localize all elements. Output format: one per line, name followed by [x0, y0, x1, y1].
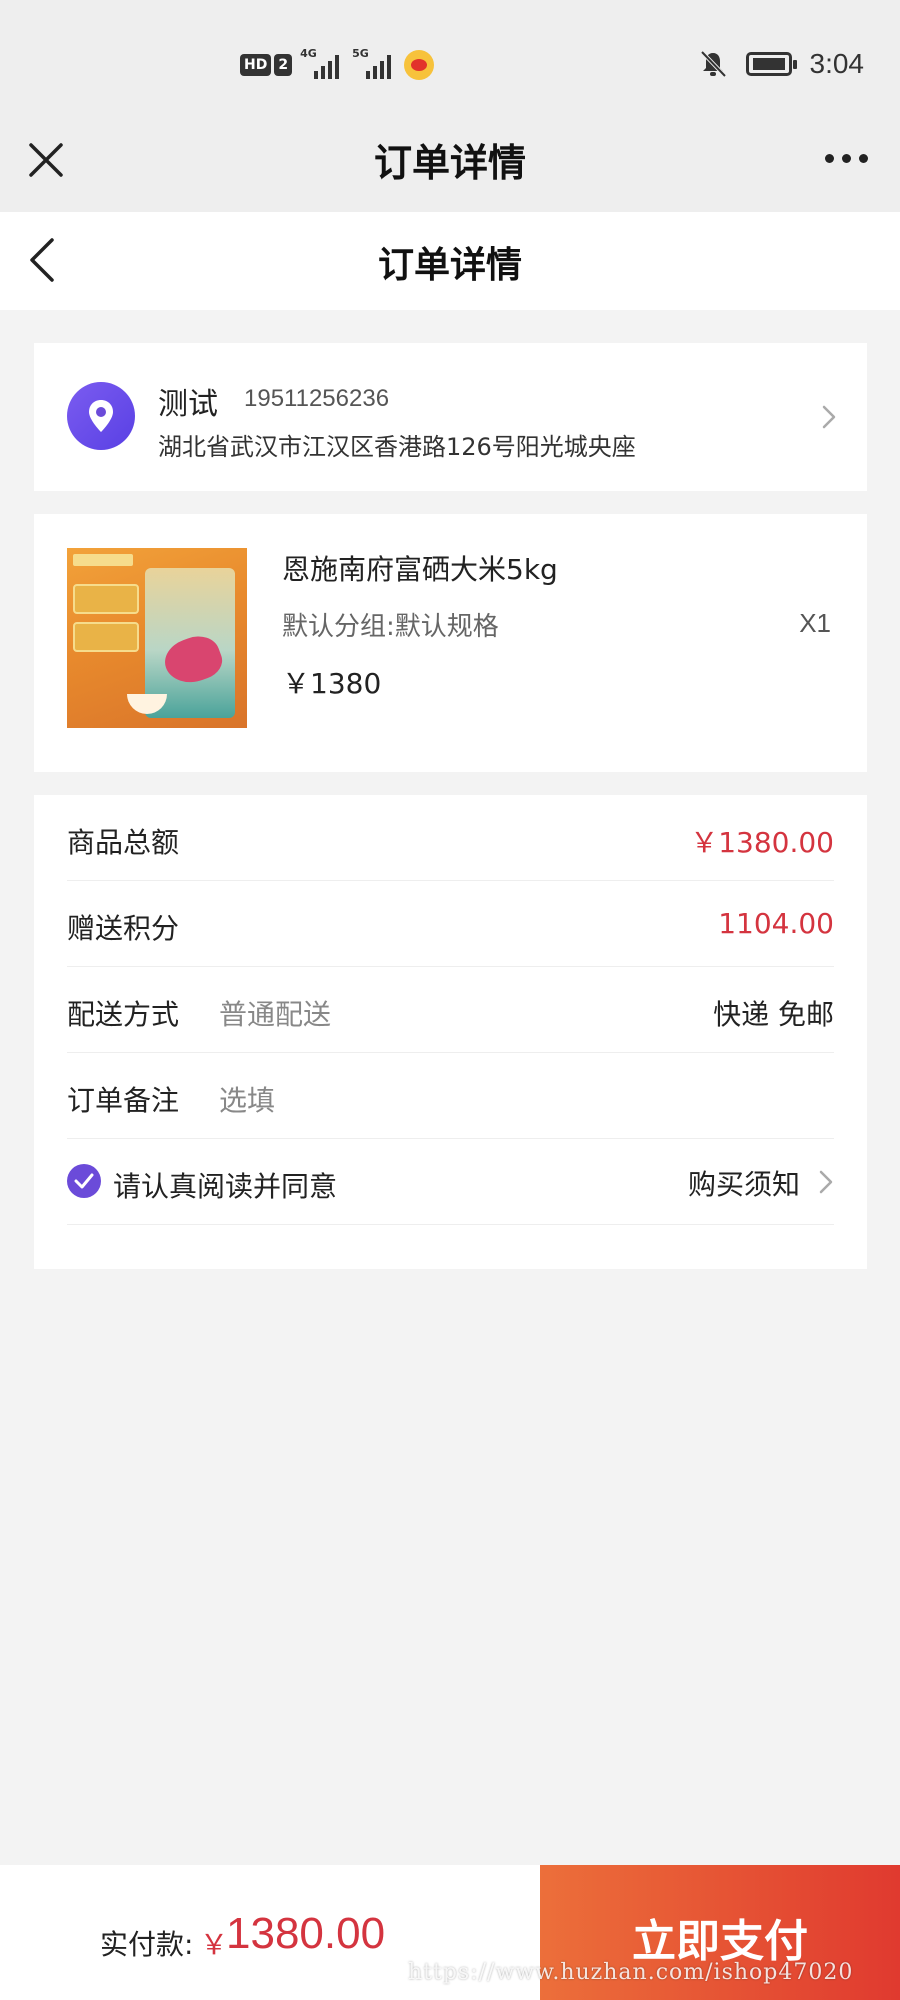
- product-spec: 默认分组:默认规格: [282, 612, 499, 642]
- checkbox-checked-icon[interactable]: [67, 1164, 101, 1198]
- weibo-icon: [404, 50, 435, 80]
- chevron-right-icon: [819, 1170, 833, 1194]
- points-label: 赠送积分: [67, 912, 180, 945]
- order-summary-card: 商品总额 ￥1380.00 赠送积分 1104.00 配送方式 普通配送 快递 …: [34, 795, 867, 1269]
- app-title: 订单详情: [373, 141, 526, 185]
- recipient-phone: 19511256236: [244, 385, 390, 412]
- purchase-notice-link[interactable]: 购买须知: [688, 1163, 800, 1203]
- remark-label: 订单备注: [67, 1084, 180, 1117]
- recipient-address: 湖北省武汉市江汉区香港路126号阳光城央座: [158, 433, 636, 461]
- hd-label: HD: [240, 54, 272, 76]
- hd-number: 2: [274, 54, 293, 76]
- agreement-text: 请认真阅读并同意: [113, 1170, 338, 1203]
- signal-sim1-icon: 4G: [300, 47, 344, 79]
- delivery-label: 配送方式: [67, 998, 180, 1031]
- pay-amount: 1380.00: [226, 1909, 386, 1958]
- app-header: 订单详情: [0, 108, 900, 212]
- address-card[interactable]: 测试 19511256236 湖北省武汉市江汉区香港路126号阳光城央座: [34, 343, 867, 491]
- product-quantity: X1: [799, 608, 831, 638]
- product-name: 恩施南府富硒大米5kg: [282, 553, 558, 586]
- page-header: 订单详情: [0, 212, 900, 310]
- agreement-row: 请认真阅读并同意 购买须知: [67, 1139, 834, 1225]
- location-pin-icon: [67, 382, 135, 450]
- status-left: HD 2 4G 5G: [240, 47, 435, 80]
- status-bar: HD 2 4G 5G 3:04: [0, 0, 900, 108]
- pay-label: 实付款:: [100, 1928, 194, 1961]
- watermark: https://www.huzhan.com/ishop47020: [408, 1960, 854, 1985]
- product-image: [67, 548, 247, 728]
- more-icon[interactable]: [825, 154, 868, 163]
- goods-total-row: 商品总额 ￥1380.00: [67, 795, 834, 881]
- product-card: 恩施南府富硒大米5kg 默认分组:默认规格 X1 ￥1380: [34, 514, 867, 772]
- remark-row: 订单备注 选填: [67, 1053, 834, 1139]
- currency-symbol: ￥: [200, 1928, 229, 1961]
- points-row: 赠送积分 1104.00: [67, 881, 834, 967]
- goods-total-label: 商品总额: [67, 826, 180, 859]
- page-title: 订单详情: [377, 245, 522, 286]
- delivery-row[interactable]: 配送方式 普通配送 快递 免邮: [67, 967, 834, 1053]
- bell-mute-icon: [700, 50, 726, 78]
- hd-icon: HD 2: [240, 52, 293, 78]
- clock: 3:04: [809, 48, 865, 79]
- delivery-value: 快递 免邮: [713, 998, 834, 1031]
- recipient-name: 测试: [158, 387, 218, 422]
- chevron-right-icon: [822, 405, 836, 429]
- product-price: ￥1380: [282, 667, 382, 700]
- goods-total-value: ￥1380.00: [690, 826, 834, 859]
- battery-icon: [745, 52, 797, 76]
- status-right: 3:04: [698, 48, 865, 80]
- remark-input[interactable]: 选填: [219, 1079, 275, 1119]
- points-value: 1104.00: [718, 907, 834, 940]
- delivery-type: 普通配送: [219, 998, 332, 1031]
- signal-sim2-icon: 5G: [352, 47, 396, 79]
